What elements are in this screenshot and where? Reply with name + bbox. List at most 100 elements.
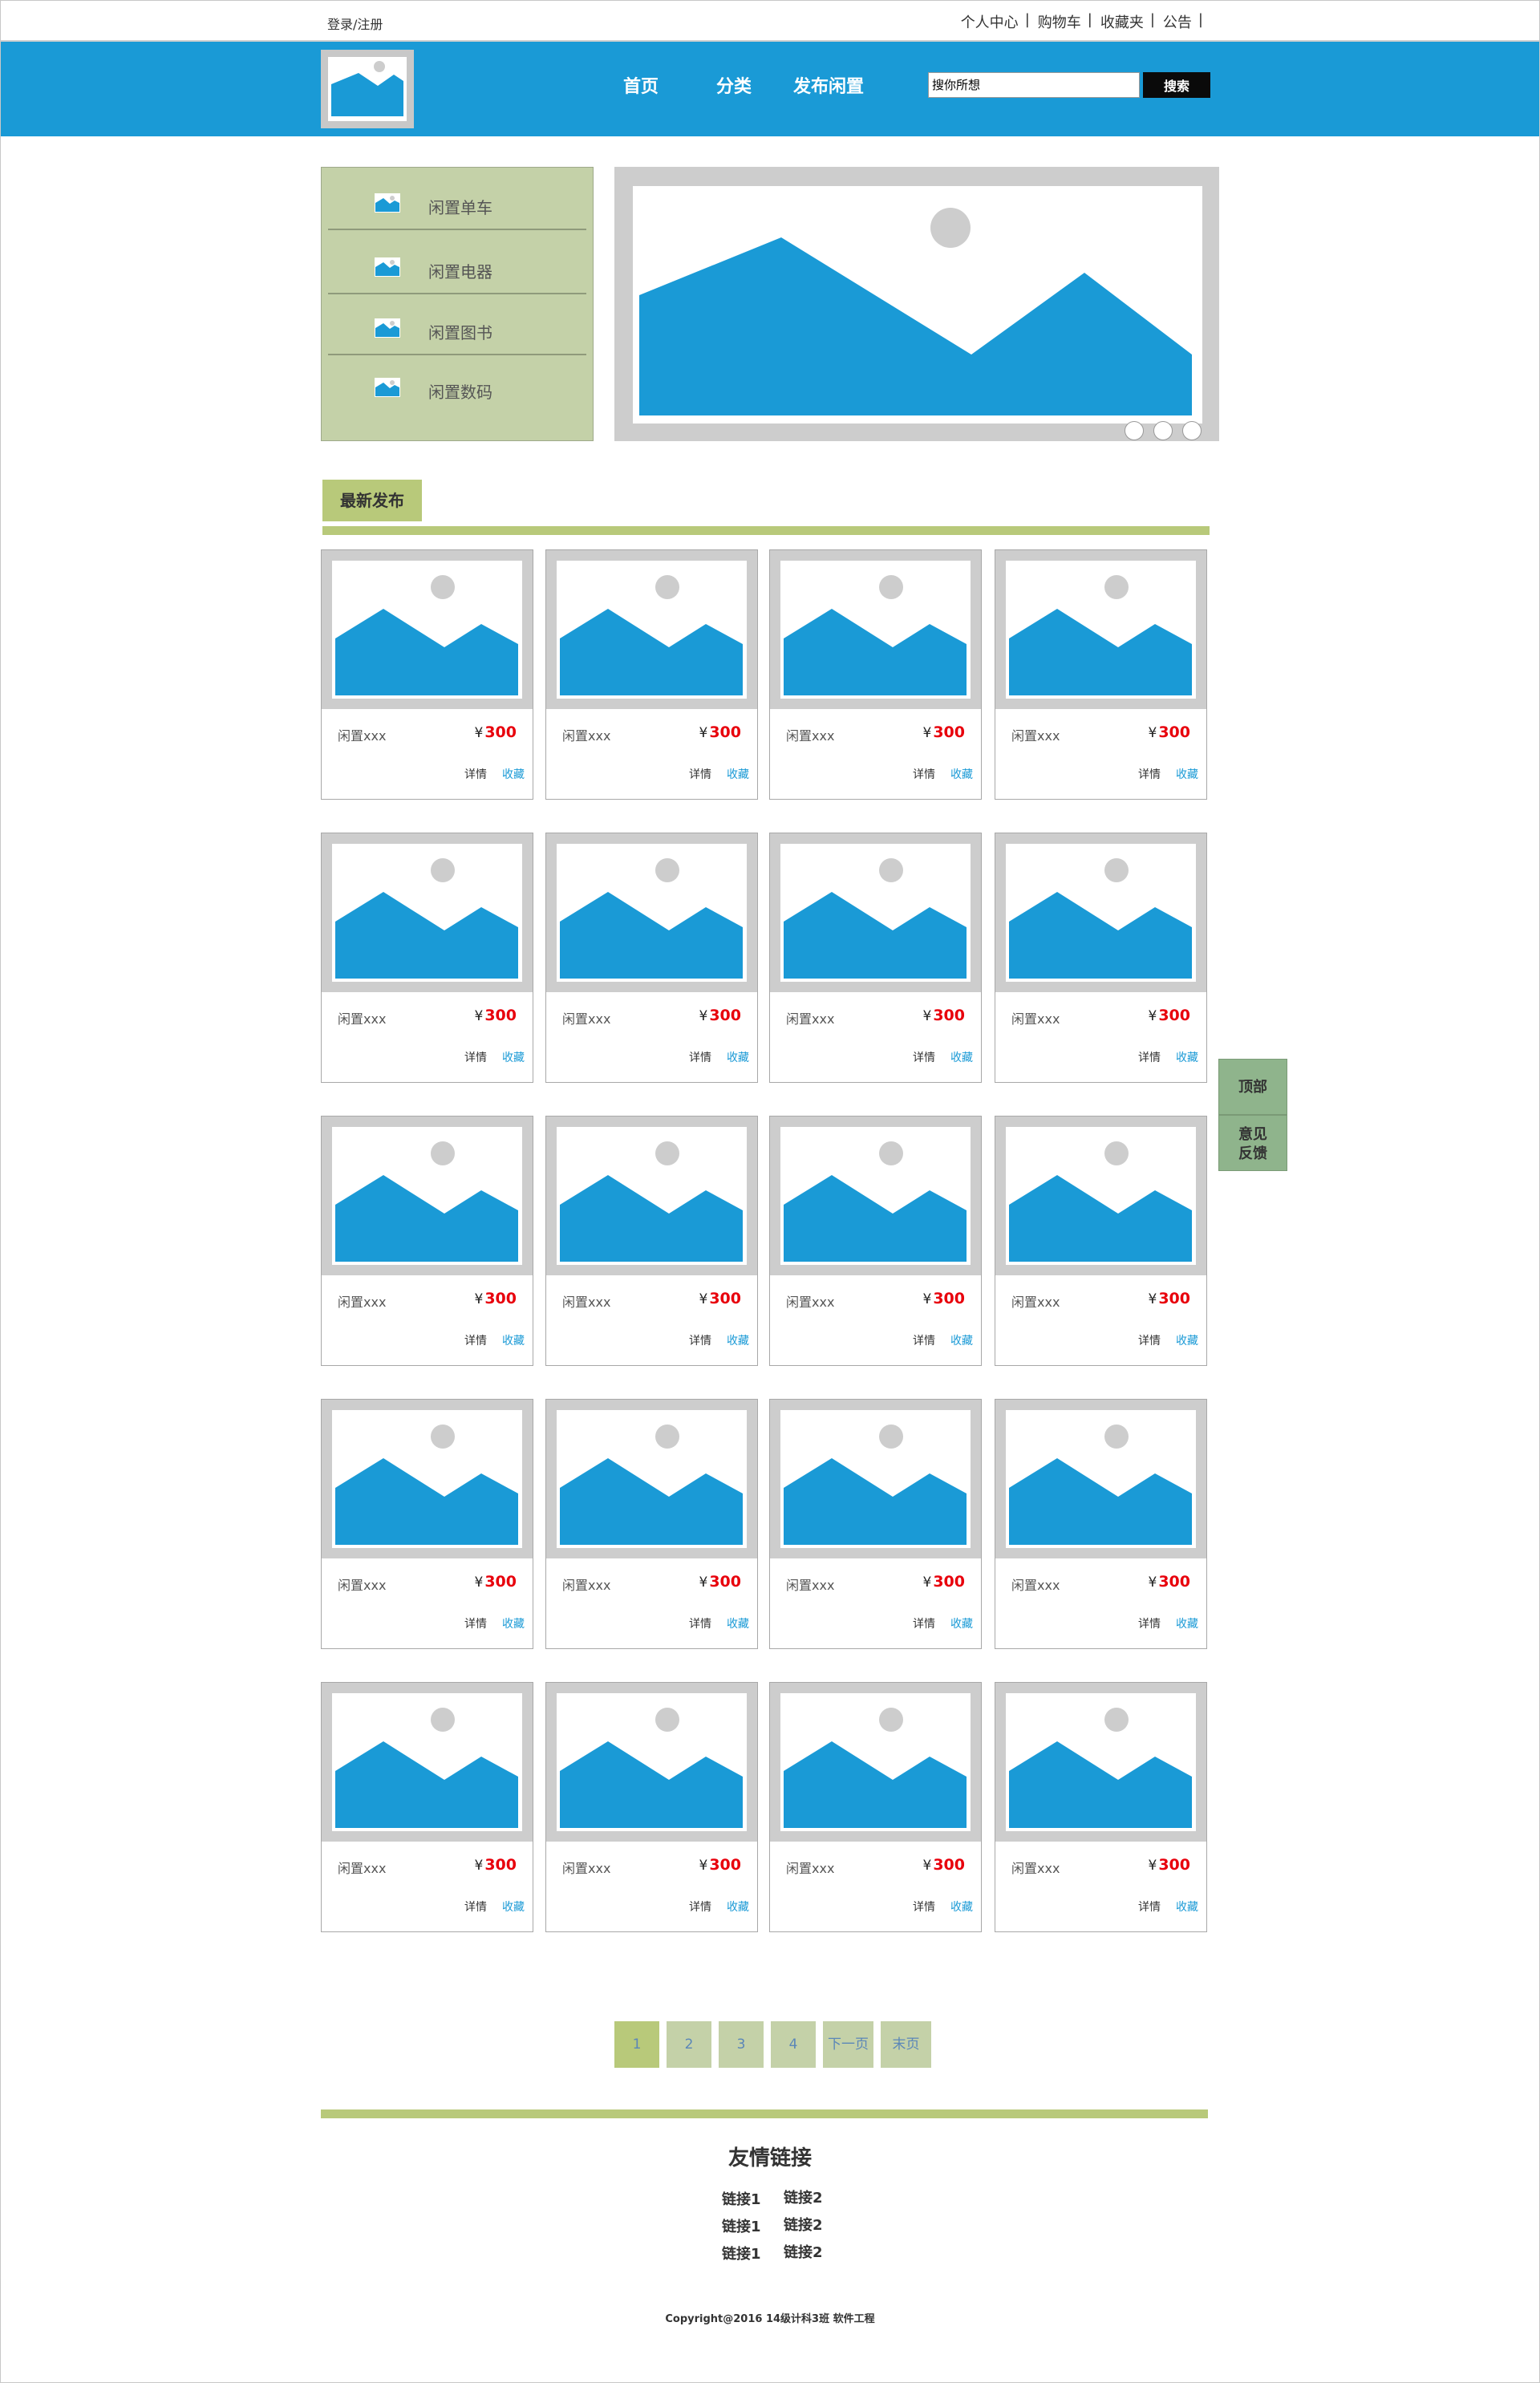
product-image[interactable]: [322, 833, 533, 992]
product-image[interactable]: [546, 1683, 757, 1842]
page-3-button[interactable]: 3: [719, 2021, 764, 2068]
product-image[interactable]: [546, 550, 757, 709]
product-detail-link[interactable]: 详情: [1138, 1332, 1161, 1348]
product-favorite-link[interactable]: 收藏: [727, 1049, 749, 1065]
product-favorite-link[interactable]: 收藏: [727, 1899, 749, 1915]
product-card[interactable]: 闲置xxx ¥300 详情 收藏: [545, 1399, 758, 1649]
page-2-button[interactable]: 2: [667, 2021, 711, 2068]
product-image[interactable]: [322, 550, 533, 709]
product-detail-link[interactable]: 详情: [464, 1049, 487, 1065]
product-detail-link[interactable]: 详情: [689, 766, 711, 782]
page-1-button[interactable]: 1: [614, 2021, 659, 2068]
product-favorite-link[interactable]: 收藏: [950, 1899, 973, 1915]
product-image[interactable]: [770, 1117, 981, 1275]
product-card[interactable]: 闲置xxx ¥300 详情 收藏: [769, 1682, 982, 1932]
feedback-button[interactable]: 意见 反馈: [1218, 1115, 1287, 1171]
product-favorite-link[interactable]: 收藏: [727, 1332, 749, 1348]
product-favorite-link[interactable]: 收藏: [950, 766, 973, 782]
product-card[interactable]: 闲置xxx ¥300 详情 收藏: [995, 549, 1207, 800]
product-detail-link[interactable]: 详情: [689, 1049, 711, 1065]
product-favorite-link[interactable]: 收藏: [950, 1049, 973, 1065]
product-favorite-link[interactable]: 收藏: [727, 766, 749, 782]
product-card[interactable]: 闲置xxx ¥300 详情 收藏: [321, 1116, 533, 1366]
product-detail-link[interactable]: 详情: [1138, 1615, 1161, 1631]
product-card[interactable]: 闲置xxx ¥300 详情 收藏: [769, 1116, 982, 1366]
back-to-top-button[interactable]: 顶部: [1218, 1059, 1287, 1115]
product-favorite-link[interactable]: 收藏: [727, 1615, 749, 1631]
product-detail-link[interactable]: 详情: [1138, 1899, 1161, 1915]
product-favorite-link[interactable]: 收藏: [1176, 1332, 1198, 1348]
product-favorite-link[interactable]: 收藏: [1176, 1049, 1198, 1065]
product-favorite-link[interactable]: 收藏: [502, 1049, 525, 1065]
product-image[interactable]: [546, 833, 757, 992]
product-image[interactable]: [770, 833, 981, 992]
product-detail-link[interactable]: 详情: [913, 766, 935, 782]
friend-link[interactable]: 链接2: [784, 2186, 823, 2207]
product-card[interactable]: 闲置xxx ¥300 详情 收藏: [545, 833, 758, 1083]
product-detail-link[interactable]: 详情: [689, 1615, 711, 1631]
product-favorite-link[interactable]: 收藏: [502, 766, 525, 782]
product-card[interactable]: 闲置xxx ¥300 详情 收藏: [321, 833, 533, 1083]
search-input[interactable]: [928, 72, 1140, 98]
product-detail-link[interactable]: 详情: [464, 766, 487, 782]
product-image[interactable]: [995, 1683, 1206, 1842]
product-image[interactable]: [995, 1117, 1206, 1275]
product-card[interactable]: 闲置xxx ¥300 详情 收藏: [995, 833, 1207, 1083]
site-logo[interactable]: [321, 50, 414, 128]
product-favorite-link[interactable]: 收藏: [502, 1899, 525, 1915]
friend-link[interactable]: 链接1: [722, 2243, 761, 2263]
product-card[interactable]: 闲置xxx ¥300 详情 收藏: [769, 549, 982, 800]
carousel-dot-1[interactable]: [1125, 421, 1144, 440]
product-favorite-link[interactable]: 收藏: [950, 1615, 973, 1631]
product-card[interactable]: 闲置xxx ¥300 详情 收藏: [545, 1682, 758, 1932]
product-detail-link[interactable]: 详情: [689, 1332, 711, 1348]
product-image[interactable]: [322, 1117, 533, 1275]
login-register-link[interactable]: 登录/注册: [327, 14, 383, 33]
personal-center-link[interactable]: 个人中心: [961, 11, 1019, 32]
product-card[interactable]: 闲置xxx ¥300 详情 收藏: [321, 549, 533, 800]
nav-publish[interactable]: 发布闲置: [793, 72, 864, 98]
search-button[interactable]: 搜索: [1143, 72, 1210, 98]
product-image[interactable]: [322, 1400, 533, 1558]
product-favorite-link[interactable]: 收藏: [1176, 1899, 1198, 1915]
product-detail-link[interactable]: 详情: [913, 1615, 935, 1631]
friend-link[interactable]: 链接1: [722, 2215, 761, 2236]
product-image[interactable]: [995, 1400, 1206, 1558]
category-item-appliances[interactable]: 闲置电器: [328, 232, 586, 294]
product-detail-link[interactable]: 详情: [1138, 1049, 1161, 1065]
product-favorite-link[interactable]: 收藏: [502, 1615, 525, 1631]
product-favorite-link[interactable]: 收藏: [950, 1332, 973, 1348]
category-item-books[interactable]: 闲置图书: [328, 293, 586, 355]
carousel-dot-2[interactable]: [1153, 421, 1173, 440]
category-item-bikes[interactable]: 闲置单车: [328, 168, 586, 230]
favorites-link[interactable]: 收藏夹: [1100, 11, 1144, 32]
friend-link[interactable]: 链接2: [784, 2214, 823, 2235]
product-detail-link[interactable]: 详情: [464, 1899, 487, 1915]
product-card[interactable]: 闲置xxx ¥300 详情 收藏: [545, 1116, 758, 1366]
nav-category[interactable]: 分类: [716, 72, 752, 98]
last-page-button[interactable]: 末页: [881, 2021, 931, 2068]
product-card[interactable]: 闲置xxx ¥300 详情 收藏: [321, 1399, 533, 1649]
carousel-dot-3[interactable]: [1182, 421, 1202, 440]
product-card[interactable]: 闲置xxx ¥300 详情 收藏: [995, 1399, 1207, 1649]
product-favorite-link[interactable]: 收藏: [1176, 1615, 1198, 1631]
product-card[interactable]: 闲置xxx ¥300 详情 收藏: [769, 1399, 982, 1649]
product-image[interactable]: [995, 550, 1206, 709]
product-image[interactable]: [770, 550, 981, 709]
product-detail-link[interactable]: 详情: [913, 1332, 935, 1348]
product-favorite-link[interactable]: 收藏: [502, 1332, 525, 1348]
product-card[interactable]: 闲置xxx ¥300 详情 收藏: [995, 1116, 1207, 1366]
product-card[interactable]: 闲置xxx ¥300 详情 收藏: [321, 1682, 533, 1932]
product-image[interactable]: [995, 833, 1206, 992]
next-page-button[interactable]: 下一页: [823, 2021, 873, 2068]
announcement-link[interactable]: 公告: [1163, 11, 1192, 32]
product-detail-link[interactable]: 详情: [464, 1615, 487, 1631]
product-image[interactable]: [546, 1117, 757, 1275]
carousel-banner[interactable]: [614, 167, 1219, 441]
product-image[interactable]: [322, 1683, 533, 1842]
product-detail-link[interactable]: 详情: [1138, 766, 1161, 782]
product-detail-link[interactable]: 详情: [913, 1899, 935, 1915]
product-card[interactable]: 闲置xxx ¥300 详情 收藏: [545, 549, 758, 800]
product-detail-link[interactable]: 详情: [689, 1899, 711, 1915]
product-image[interactable]: [770, 1400, 981, 1558]
